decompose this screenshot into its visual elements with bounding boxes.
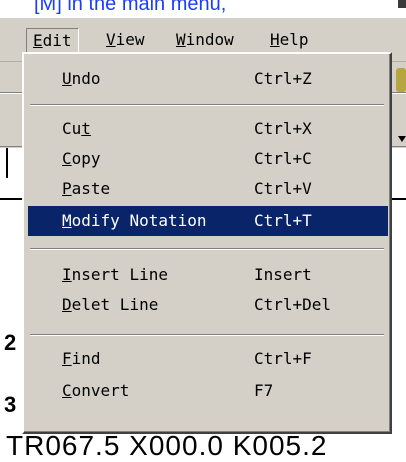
menu-item-copy[interactable]: Copy Ctrl+C [28, 144, 388, 174]
menu-edit[interactable]: Edit [26, 28, 79, 54]
document-line [0, 198, 24, 200]
document-line [390, 198, 406, 200]
document-notation-text: TR067.5 X000.0 K005.2 [6, 430, 328, 461]
shortcut-label: Ctrl+C [254, 149, 312, 168]
shortcut-label: Ctrl+T [254, 211, 312, 230]
shortcut-label: F7 [254, 381, 274, 400]
menu-item-delet-line[interactable]: Delet Line Ctrl+Del [28, 290, 388, 320]
toolbar-dropdown-arrow-icon[interactable] [398, 136, 406, 142]
document-fragment: 2 [4, 330, 17, 355]
menu-item-paste[interactable]: Paste Ctrl+V [28, 174, 388, 204]
document-fragment: 3 [4, 392, 17, 417]
toolbar-tool-icon[interactable] [396, 68, 406, 92]
menu-item-find[interactable]: Find Ctrl+F [28, 344, 388, 374]
shortcut-label: Ctrl+Del [254, 295, 332, 314]
menu-view[interactable]: View [100, 28, 151, 52]
caption-text: [M] in the main menu, [34, 0, 227, 15]
shortcut-label: Ctrl+F [254, 349, 312, 368]
shortcut-label: Ctrl+Z [254, 69, 312, 88]
edit-dropdown-menu: Undo Ctrl+Z Cut Ctrl+X Copy Ctrl+C Paste… [22, 52, 392, 434]
menu-help[interactable]: Help [264, 28, 315, 52]
shortcut-label: Ctrl+V [254, 179, 312, 198]
shortcut-label: Insert [254, 265, 312, 284]
menu-item-undo[interactable]: Undo Ctrl+Z [28, 64, 388, 94]
menu-separator [30, 104, 384, 106]
caption-banner: [M] in the main menu, [0, 0, 406, 18]
menu-separator [30, 334, 384, 336]
menu-item-convert[interactable]: Convert F7 [28, 376, 388, 406]
menu-item-insert-line[interactable]: Insert Line Insert [28, 260, 388, 290]
menu-window[interactable]: Window [170, 28, 240, 52]
menu-item-modify-notation[interactable]: Modify Notation Ctrl+T [28, 206, 388, 236]
shortcut-label: Ctrl+X [254, 119, 312, 138]
menu-separator [30, 248, 384, 250]
menu-item-cut[interactable]: Cut Ctrl+X [28, 114, 388, 144]
document-line [6, 148, 8, 178]
banner-corner [398, 0, 406, 8]
